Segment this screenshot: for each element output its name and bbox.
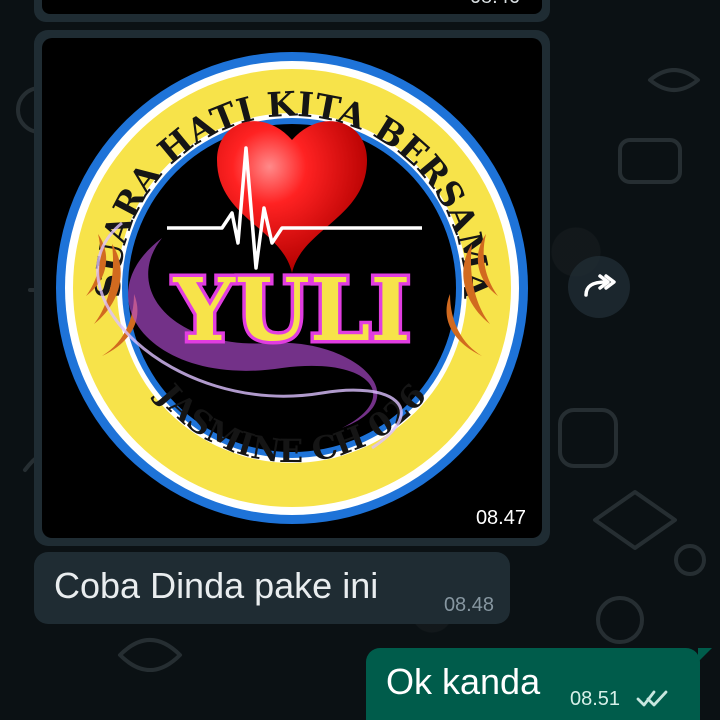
double-check-icon <box>636 690 668 707</box>
previous-message-time: 08.46 <box>470 0 520 9</box>
incoming-message-time: 08.48 <box>443 594 494 616</box>
image-message[interactable]: SUARA HATI KITA BERSAMA JASMINE CH 026 <box>34 30 550 546</box>
logo-center-text: YULI <box>172 260 410 361</box>
image-message-time: 08.47 <box>475 507 526 529</box>
outgoing-message-time: 08.51 <box>570 688 621 710</box>
incoming-message-text: Coba Dinda pake ini <box>54 565 379 606</box>
incoming-message[interactable]: Coba Dinda pake ini 08.48 <box>34 552 510 624</box>
previous-image-message[interactable]: 08.46 <box>34 0 550 22</box>
outgoing-message-text: Ok kanda <box>386 661 541 702</box>
chat-screen: 08.46 <box>0 0 720 720</box>
outgoing-message[interactable]: Ok kanda 08.51 <box>366 648 712 720</box>
yuli-logo-image: SUARA HATI KITA BERSAMA JASMINE CH 026 <box>50 46 534 530</box>
image-preview[interactable]: SUARA HATI KITA BERSAMA JASMINE CH 026 <box>42 38 542 538</box>
previous-image-preview[interactable] <box>42 0 542 14</box>
forward-button[interactable] <box>568 256 630 318</box>
forward-arrow-icon <box>584 274 616 297</box>
